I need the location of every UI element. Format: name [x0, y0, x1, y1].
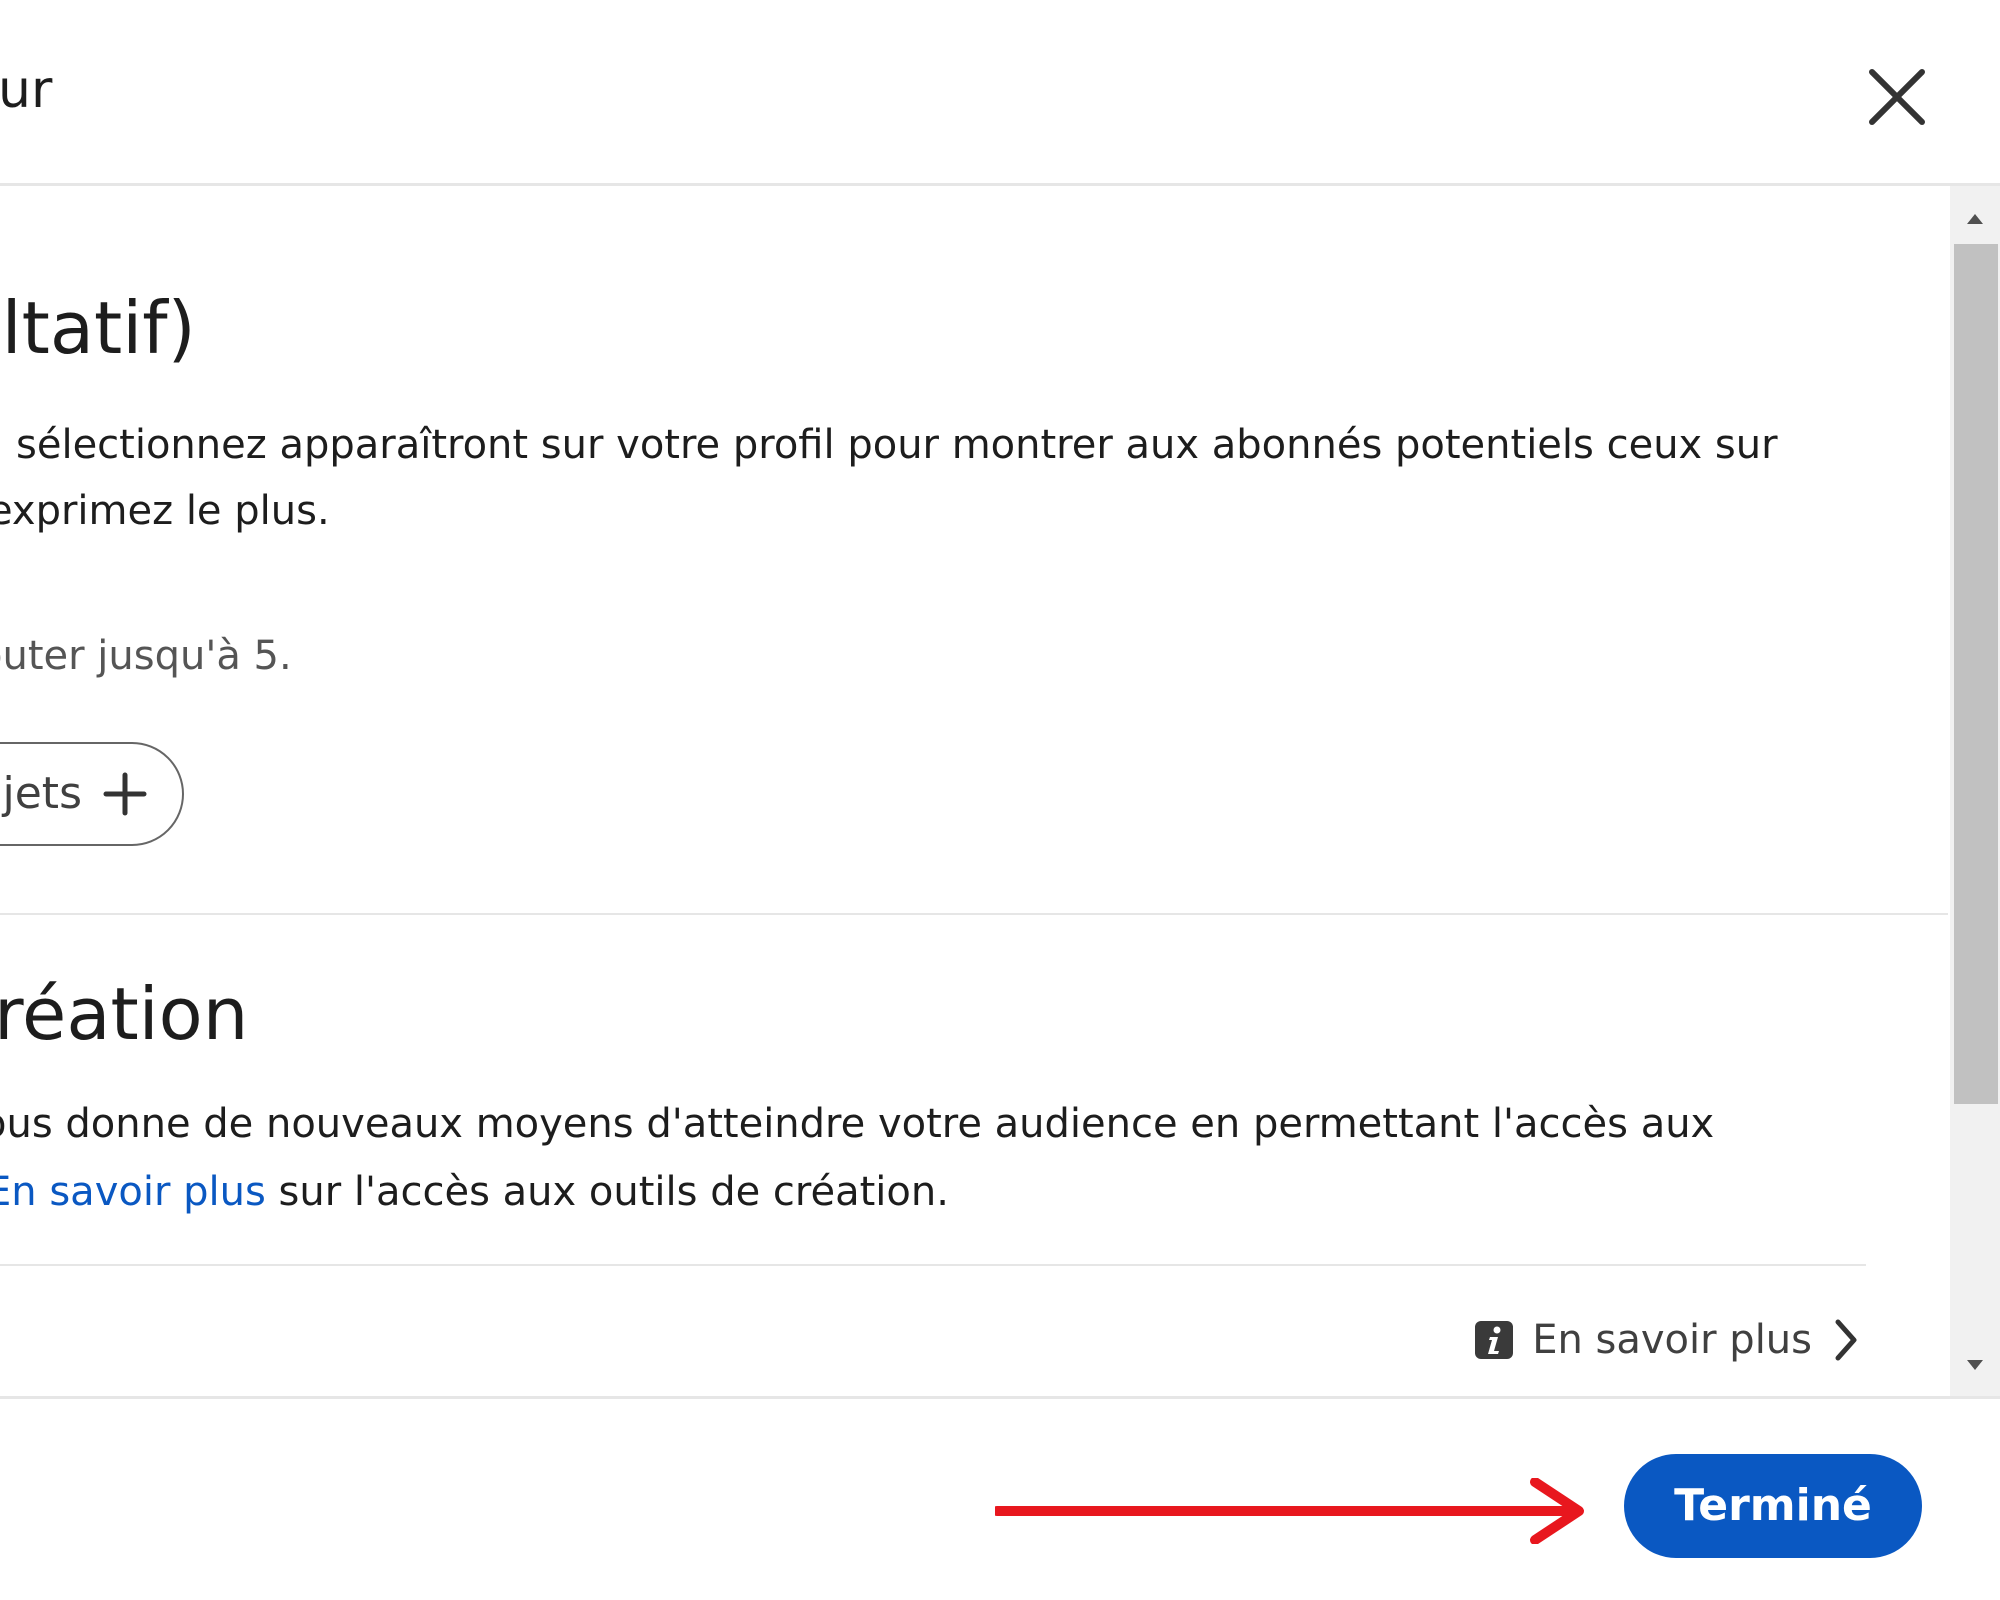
description-line: En savoir plus sur l'accès aux outils de… [0, 1158, 1860, 1226]
description-line-rest: sur l'accès aux outils de création. [265, 1169, 949, 1215]
section-description-topics: sélectionnez apparaîtront sur votre prof… [0, 412, 1860, 544]
footer-divider [0, 1396, 2000, 1399]
section-heading-topics: ultatif) [0, 286, 196, 370]
topics-limit-hint: outer jusqu'à 5. [0, 633, 292, 679]
header-divider [0, 183, 2000, 186]
section-heading-creator-tools: réation [0, 972, 249, 1056]
description-line: exprimez le plus. [0, 488, 330, 534]
scroll-thumb[interactable] [1954, 244, 1998, 1104]
add-topics-label: jets [2, 768, 82, 819]
learn-more-link[interactable]: En savoir plus [0, 1169, 266, 1215]
inner-divider [0, 1264, 1866, 1266]
modal-dialog: ur ultatif) sélectionnez apparaîtront su… [0, 0, 2000, 1600]
close-button[interactable] [1852, 52, 1942, 142]
scroll-down-button[interactable] [1950, 1340, 2000, 1390]
scrollbar[interactable] [1950, 186, 2000, 1396]
triangle-down-icon [1967, 1360, 1983, 1370]
chevron-right-icon [1835, 1319, 1857, 1361]
arrow-annotation [995, 1478, 1584, 1544]
scroll-up-button[interactable] [1950, 194, 2000, 244]
modal-title: ur [0, 60, 53, 120]
description-line: ous donne de nouveaux moyens d'atteindre… [0, 1101, 1715, 1147]
learn-more-label: En savoir plus [1532, 1317, 1812, 1363]
done-button[interactable]: Terminé [1624, 1454, 1922, 1558]
learn-more-button[interactable]: En savoir plus [1474, 1310, 1860, 1370]
info-icon [1475, 1321, 1514, 1359]
description-line: sélectionnez apparaîtront sur votre prof… [16, 422, 1778, 468]
section-description-creator-tools: ous donne de nouveaux moyens d'atteindre… [0, 1090, 1860, 1226]
plus-icon [103, 772, 147, 816]
add-topics-button[interactable]: jets [0, 742, 184, 846]
section-divider [0, 913, 1948, 915]
triangle-up-icon [1967, 214, 1983, 224]
close-icon [1869, 69, 1925, 125]
